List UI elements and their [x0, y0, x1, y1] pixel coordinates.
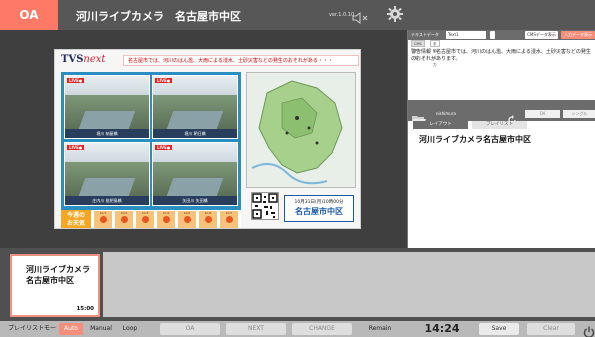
chevron-down-icon[interactable]: [490, 31, 495, 39]
weather-day: 10/1: [93, 210, 113, 228]
sun-icon: [204, 216, 212, 223]
text-data-toolbar: テキストデータ Text1 CMSデータ表示 入力データ表示: [408, 30, 595, 40]
weather-day: 10/3: [135, 210, 155, 228]
qr-code-icon: [251, 192, 279, 220]
sun-icon: [225, 216, 233, 223]
change-button[interactable]: CHANGE: [292, 323, 352, 335]
camera-feed: LIVE● 矢田川 矢田橋: [152, 142, 238, 206]
cms-data-button[interactable]: CMSデータ表示: [525, 31, 558, 39]
playlist-drop-area[interactable]: [103, 252, 595, 317]
layout-playlist-tabs: レイアウト プレイリスト: [408, 121, 595, 129]
area-map: [246, 72, 356, 188]
tvs-next-logo: TVSnext: [61, 54, 106, 65]
weather-day: 10/2: [114, 210, 134, 228]
single-toggle-button[interactable]: シングル: [563, 110, 595, 118]
weather-day: 10/7: [219, 210, 239, 228]
top-bar: OA 河川ライブカメラ 名古屋市中区 ver.1.0.10: [0, 0, 595, 30]
sun-icon: [99, 216, 107, 223]
remain-label: Remain: [368, 325, 392, 332]
save-button[interactable]: Save: [479, 323, 519, 335]
weather-day: 10/4: [156, 210, 176, 228]
version-label: ver.1.0.10: [329, 12, 355, 18]
live-badge: LIVE●: [67, 78, 85, 83]
weather-day: 10/5: [177, 210, 197, 228]
live-badge: LIVE●: [155, 145, 173, 150]
bottom-control-bar: プレイリストモード Auto Manual Loop OA NEXT CHANG…: [0, 321, 595, 337]
camera-feed: LIVE● 庄内川 枇杷島橋: [64, 142, 150, 206]
camera-caption: 堀川 朝日橋: [153, 129, 237, 138]
input-data-button[interactable]: 入力データ表示: [561, 31, 595, 39]
panel-divider: [408, 100, 595, 108]
camera-caption: 矢田川 矢田橋: [153, 196, 237, 205]
power-icon[interactable]: [583, 323, 595, 337]
playlist-strip: 河川ライブカメラ 名古屋市中区 15:00: [0, 248, 595, 321]
text-data-panel: テキストデータ Text1 CMSデータ表示 入力データ表示 CMSデータ 手動…: [408, 30, 595, 100]
sun-icon: [141, 216, 149, 223]
tab-cms-data[interactable]: CMSデータ: [411, 40, 425, 60]
sun-icon: [162, 216, 170, 223]
warning-ticker: 名古屋市では、河川のはん濫、大雨による浸水、土砂災害などの発生のおそれがある・・…: [123, 55, 359, 66]
clear-button[interactable]: Clear: [527, 323, 575, 335]
broadcast-preview-area: TVSnext 名古屋市では、河川のはん濫、大雨による浸水、土砂災害などの発生の…: [0, 30, 407, 248]
broadcast-location: 名古屋市中区: [295, 207, 343, 216]
weekly-weather-label: 今週の お天気: [61, 210, 91, 228]
camera-grid: LIVE● 堀川 納屋橋 LIVE● 堀川 朝日橋 LIVE● 庄内川 枇杷島橋…: [61, 72, 241, 210]
layout-title[interactable]: 河川ライブカメラ名古屋市中区: [419, 134, 531, 145]
manual-mode-button[interactable]: Manual: [86, 323, 116, 335]
camera-feed: LIVE● 堀川 朝日橋: [152, 75, 238, 139]
camera-feed: LIVE● 堀川 納屋橋: [64, 75, 150, 139]
oa-button[interactable]: OA: [160, 323, 220, 335]
remaining-time-clock: 14:24: [424, 322, 460, 335]
tab-layout[interactable]: レイアウト: [413, 121, 468, 129]
sun-icon: [120, 216, 128, 223]
loop-mode-button[interactable]: Loop: [119, 323, 141, 335]
playlist-item[interactable]: 河川ライブカメラ 名古屋市中区 15:00: [10, 254, 100, 317]
right-control-panel: テキストデータ Text1 CMSデータ表示 入力データ表示 CMSデータ 手動…: [407, 30, 595, 248]
oa-status-badge: OA: [0, 0, 58, 30]
tab-playlist[interactable]: プレイリスト: [472, 121, 527, 129]
text-select-dropdown[interactable]: Text1: [446, 31, 486, 39]
mute-speaker-icon[interactable]: [352, 9, 370, 28]
layout-content-area: 河川ライブカメラ名古屋市中区: [408, 129, 595, 248]
playlist-item-duration: 15:00: [76, 306, 94, 312]
date-location-box: 10月31日(月)10時00分 名古屋市中区: [284, 195, 354, 222]
weather-day: 10/6: [198, 210, 218, 228]
sun-icon: [183, 216, 191, 223]
broadcast-preview-frame: TVSnext 名古屋市では、河川のはん濫、大雨による浸水、土砂災害などの発生の…: [54, 49, 361, 229]
auto-mode-button[interactable]: Auto: [59, 323, 83, 335]
text-data-label: テキストデータ: [411, 32, 439, 37]
live-badge: LIVE●: [155, 78, 173, 83]
playlist-mode-label: プレイリストモード: [8, 325, 57, 332]
oa-toggle-button[interactable]: OA: [525, 110, 560, 118]
tab-manual-input[interactable]: 手動入力: [430, 40, 440, 67]
next-button[interactable]: NEXT: [226, 323, 286, 335]
username-label: nishimura: [436, 111, 456, 116]
camera-caption: 堀川 納屋橋: [65, 129, 149, 138]
playlist-item-title: 河川ライブカメラ 名古屋市中区: [26, 265, 90, 285]
live-badge: LIVE●: [67, 145, 85, 150]
weekly-weather-strip: 今週の お天気 10/1 10/2 10/3 10/4 10/5 10/6 10…: [61, 210, 241, 228]
program-title: 河川ライブカメラ 名古屋市中区: [76, 10, 241, 23]
settings-gear-icon[interactable]: [387, 6, 403, 26]
playlist-toolbar: nishimura OA シングル: [408, 108, 595, 124]
warning-text-body[interactable]: 警告情報 名古屋市では、河川のはん濫、大雨による浸水、土砂災害などの発生のおそれ…: [411, 49, 593, 63]
broadcast-datetime: 10月31日(月)10時00分: [294, 200, 344, 205]
camera-caption: 庄内川 枇杷島橋: [65, 196, 149, 205]
